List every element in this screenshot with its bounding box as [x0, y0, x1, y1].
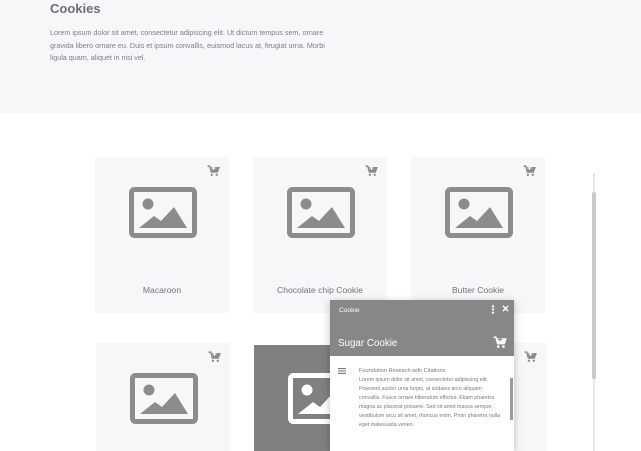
scrollbar-thumb[interactable] — [592, 192, 596, 379]
page: Cookies Lorem ipsum dolor sit amet, cons… — [0, 0, 641, 451]
page-header: Cookies Lorem ipsum dolor sit amet, cons… — [0, 0, 641, 113]
close-icon[interactable] — [502, 305, 509, 312]
popup-body: Foundation Reseach with Citations Lorem … — [330, 356, 514, 451]
product-name: Butter Cookie — [451, 285, 505, 295]
add-to-cart-icon[interactable] — [208, 351, 221, 363]
popup-caption: Cookie — [339, 307, 360, 314]
product-card-butter-cookie[interactable]: Butter Cookie — [411, 157, 545, 313]
menu-icon[interactable] — [338, 368, 346, 374]
product-name: Chocolate chip Cookie — [277, 285, 363, 295]
popup-subtitle: Foundation Reseach with Citations — [359, 368, 446, 374]
page-title: Cookies — [50, 1, 101, 16]
more-vert-icon[interactable] — [491, 305, 495, 314]
image-placeholder-icon — [129, 187, 197, 238]
add-to-cart-icon[interactable] — [207, 165, 220, 177]
popup-scroll-indicator[interactable] — [510, 378, 513, 420]
product-detail-popup: Cookie Sugar Cookie Foundation Reseach w… — [330, 300, 514, 451]
product-name: Macaroon — [142, 285, 182, 295]
image-placeholder-icon — [287, 187, 355, 238]
add-to-cart-icon[interactable] — [493, 336, 507, 349]
image-placeholder-icon — [130, 373, 198, 424]
add-to-cart-icon[interactable] — [365, 165, 378, 177]
product-card-macaroon[interactable]: Macaroon — [95, 157, 229, 313]
page-description: Lorem ipsum dolor sit amet, consectetur … — [50, 28, 325, 62]
popup-title: Sugar Cookie — [338, 338, 398, 349]
popup-text: Lorem ipsum dolor sit amet, consectetur … — [359, 377, 501, 428]
product-card-chocolate-chip[interactable]: Chocolate chip Cookie — [253, 157, 387, 313]
popup-header: Cookie Sugar Cookie — [330, 300, 514, 356]
image-placeholder-icon — [445, 187, 513, 238]
product-card[interactable] — [96, 343, 230, 451]
add-to-cart-icon[interactable] — [523, 165, 536, 177]
add-to-cart-icon[interactable] — [524, 351, 537, 363]
